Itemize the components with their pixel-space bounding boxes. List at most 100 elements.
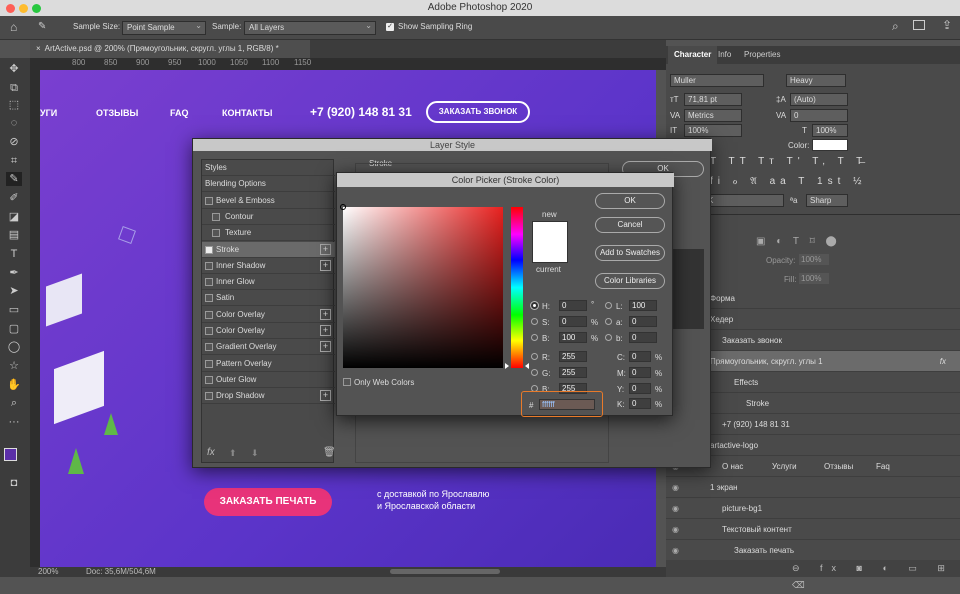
brightness-radio[interactable] (531, 334, 538, 341)
trash-icon[interactable]: 🗑 (323, 447, 336, 458)
tracking-select[interactable]: 0 (790, 109, 848, 122)
tab-properties[interactable]: Properties (738, 46, 786, 64)
visibility-eye-icon[interactable]: ◉ (672, 519, 679, 540)
eraser-tool-icon[interactable]: ◪ (6, 210, 22, 224)
gradient-tool-icon[interactable]: ▤ (6, 228, 22, 242)
layer-style-checkbox[interactable] (205, 310, 213, 319)
add-to-swatches-button[interactable]: Add to Swatches (595, 245, 665, 261)
layer-fx-icon[interactable]: fx (940, 351, 946, 372)
artboard-tool-icon[interactable]: ⧉ (6, 81, 22, 95)
yellow-field[interactable]: 0 (629, 383, 651, 394)
layer-style-item[interactable]: Stroke + (202, 241, 335, 258)
layer-row[interactable]: ◉ Заказать печать (666, 540, 960, 561)
marquee-tool-icon[interactable]: ⬚ (6, 98, 22, 112)
layer-style-checkbox[interactable] (205, 343, 213, 352)
layers-footer-icons[interactable]: ⊖ fx ◙ ◐ ▭ ⊞ ⌫ (666, 560, 960, 590)
visibility-eye-icon[interactable]: ◉ (672, 498, 679, 519)
type-tool-icon[interactable]: T (6, 247, 22, 261)
move-up-icon[interactable]: ⬆ (229, 448, 237, 459)
layer-style-item[interactable]: Inner Shadow + (202, 258, 335, 274)
sampling-ring-checkbox[interactable]: ✓ (386, 23, 394, 31)
home-icon[interactable]: ⌂ (10, 20, 17, 34)
layer-style-item[interactable]: Inner Glow (202, 274, 335, 291)
layer-style-checkbox[interactable] (205, 196, 213, 205)
tab-character[interactable]: Character (668, 46, 718, 64)
layer-style-checkbox[interactable] (205, 392, 213, 401)
layer-style-item[interactable]: Gradient Overlay + (202, 339, 335, 356)
horizontal-scale-field[interactable]: 100% (812, 124, 848, 137)
font-family-select[interactable]: Muller (670, 74, 764, 87)
antialias-select[interactable]: Sharp (806, 194, 848, 207)
zoom-level[interactable]: 200% (38, 567, 58, 577)
layer-style-item[interactable]: Blending Options (202, 176, 335, 193)
hue-radio[interactable] (531, 302, 538, 309)
add-effect-icon[interactable]: + (320, 325, 331, 336)
foreground-color-swatch[interactable] (4, 448, 17, 461)
hand-tool-icon[interactable]: ✋ (6, 378, 22, 392)
add-effect-icon[interactable]: + (320, 259, 331, 271)
rectangle-tool-icon[interactable]: ▭ (6, 303, 22, 317)
hue-slider-handle-left[interactable] (505, 363, 509, 369)
layer-style-item[interactable]: Satin (202, 290, 335, 307)
visibility-eye-icon[interactable]: ◉ (672, 477, 679, 498)
minimize-window-button[interactable] (19, 4, 28, 13)
sample-size-select[interactable]: Point Sample (122, 20, 206, 35)
lasso-tool-icon[interactable]: ◌ (6, 116, 22, 130)
fx-icon[interactable]: fx (207, 447, 215, 458)
layer-style-item[interactable]: Drop Shadow + (202, 388, 335, 405)
layer-row[interactable]: ◉ 1 экран (666, 477, 960, 498)
leading-select[interactable]: (Auto) (790, 93, 848, 106)
layer-style-item[interactable]: Styles (202, 160, 335, 176)
saturation-field[interactable]: 0 (559, 316, 587, 327)
font-style-select[interactable]: Heavy (786, 74, 846, 87)
kerning-select[interactable]: Metrics (684, 109, 742, 122)
quick-mask-icon[interactable]: ◘ (6, 476, 22, 490)
color-field[interactable] (340, 204, 503, 368)
layer-row[interactable]: ◉ Текстовый контент (666, 519, 960, 540)
layer-style-checkbox[interactable] (212, 212, 220, 221)
hue-field[interactable]: 0 (559, 300, 587, 311)
layer-style-item[interactable]: Pattern Overlay (202, 356, 335, 372)
red-radio[interactable] (531, 353, 538, 360)
color-picker-cancel-button[interactable]: Cancel (595, 217, 665, 233)
layer-style-checkbox[interactable] (205, 359, 213, 368)
layer-style-item[interactable]: Texture (202, 225, 335, 242)
layer-style-item[interactable]: Color Overlay + (202, 323, 335, 339)
workspace-icon[interactable] (913, 20, 925, 30)
close-window-button[interactable] (6, 4, 15, 13)
language-select[interactable]: K (704, 194, 784, 207)
pen-tool-icon[interactable]: ✒ (6, 266, 22, 280)
eyedropper-icon[interactable]: ✎ (38, 21, 46, 32)
red-field[interactable]: 255 (559, 351, 587, 362)
color-libraries-button[interactable]: Color Libraries (595, 273, 665, 289)
color-picker-ok-button[interactable]: OK (595, 193, 665, 209)
fill-field[interactable]: 100% (799, 273, 829, 284)
move-down-icon[interactable]: ⬇ (251, 448, 259, 459)
layer-style-checkbox[interactable] (205, 294, 213, 303)
visibility-eye-icon[interactable]: ◉ (672, 540, 679, 561)
eyedropper-tool-icon[interactable]: ✎ (6, 172, 22, 186)
share-icon[interactable]: ⇪ (942, 18, 952, 32)
text-color-swatch[interactable] (812, 139, 848, 151)
black-field[interactable]: 0 (629, 398, 651, 409)
brightness-field[interactable]: 100 (559, 332, 587, 343)
green-radio[interactable] (531, 369, 538, 376)
opacity-field[interactable]: 100% (799, 254, 829, 265)
layer-row[interactable]: ◉ picture-bg1 (666, 498, 960, 519)
add-effect-icon[interactable]: + (320, 308, 331, 320)
crop-tool-icon[interactable]: ⌗ (6, 154, 22, 168)
color-field-cursor[interactable] (340, 204, 346, 210)
maximize-window-button[interactable] (32, 4, 41, 13)
search-icon[interactable]: ⌕ (892, 19, 899, 34)
magenta-field[interactable]: 0 (629, 367, 651, 378)
add-effect-icon[interactable]: + (320, 243, 331, 255)
layer-style-item[interactable]: Color Overlay + (202, 307, 335, 323)
more-tools-icon[interactable]: ··· (6, 415, 22, 429)
tab-info[interactable]: Info (712, 46, 737, 64)
layer-style-checkbox[interactable] (205, 375, 213, 384)
lightness-field[interactable]: 100 (629, 300, 657, 311)
ellipse-tool-icon[interactable]: ◯ (6, 340, 22, 354)
layer-style-item[interactable]: Contour (202, 209, 335, 225)
b-lab-radio[interactable] (605, 334, 612, 341)
layer-style-checkbox[interactable] (205, 278, 213, 287)
